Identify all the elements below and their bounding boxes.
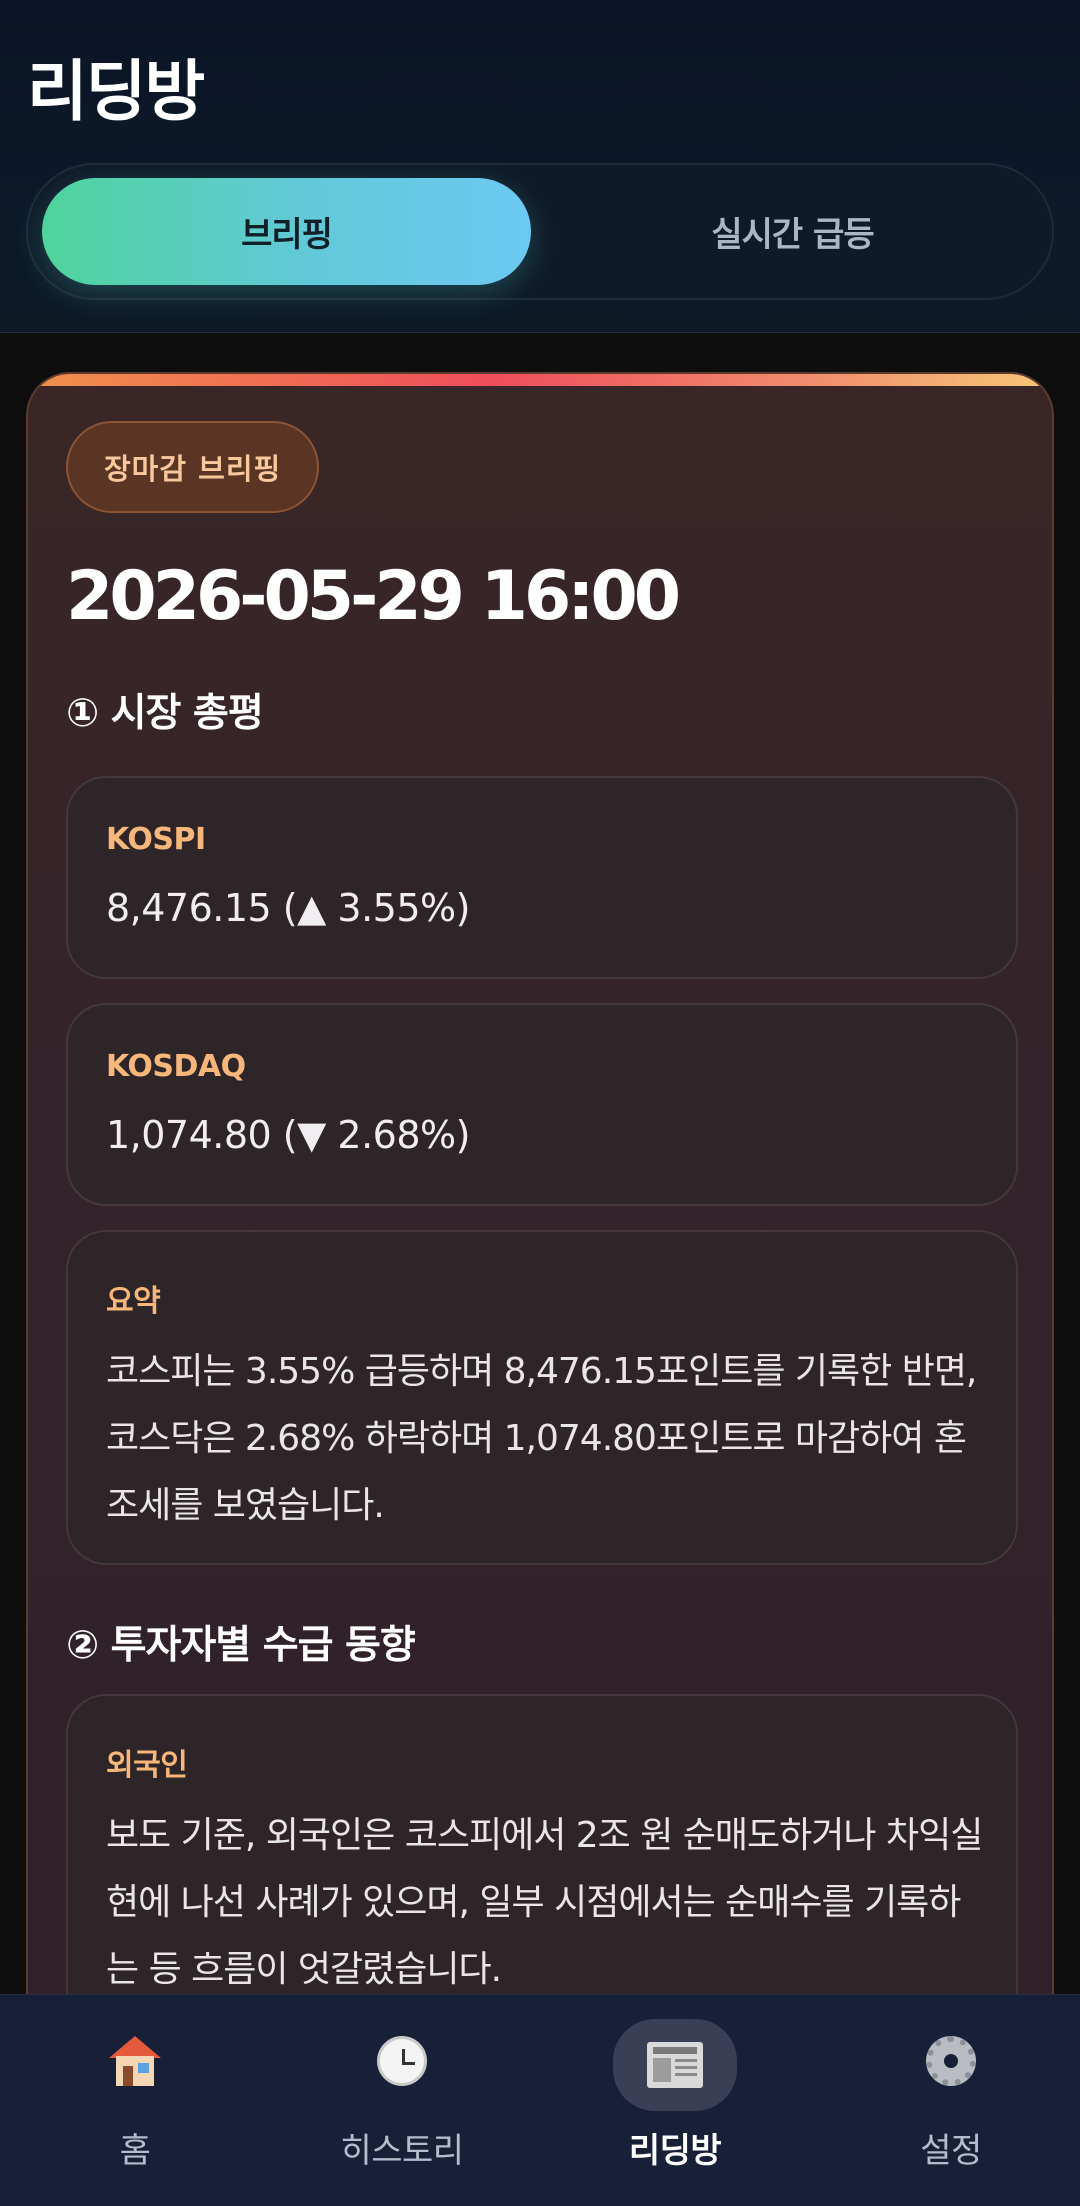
nav-item-settings[interactable]: 설정: [816, 1995, 1080, 2206]
summary-label: 요약: [106, 1284, 161, 1319]
nav-label-home: 홈: [119, 2131, 151, 2171]
header: 리딩방 브리핑 실시간 급등: [0, 0, 1080, 333]
tab-realtime-surge[interactable]: 실시간 급등: [548, 178, 1037, 285]
nav-item-history[interactable]: 히스토리: [267, 1995, 537, 2206]
gear-icon: [892, 2019, 1010, 2103]
section-title-market-overview: ① 시장 총평: [66, 691, 264, 736]
investor-label: 외국인: [106, 1748, 188, 1783]
investor-text: 보도 기준, 외국인은 코스피에서 2조 원 순매도하거나 차익실현에 나선 사…: [106, 1815, 983, 1990]
briefing-type-badge: 장마감 브리핑: [66, 421, 320, 513]
index-value: 8,476.15 (▲ 3.55%): [106, 886, 470, 930]
index-box-kosdaq: KOSDAQ 1,074.80 (▼ 2.68%): [66, 1003, 1018, 1206]
clock-icon: [343, 2019, 461, 2103]
nav-label-settings: 설정: [920, 2131, 982, 2171]
summary-box: 요약 코스피는 3.55% 급등하며 8,476.15포인트를 기록한 반면, …: [66, 1230, 1018, 1565]
investor-box-foreign: 외국인 보도 기준, 외국인은 코스피에서 2조 원 순매도하거나 차익실현에 …: [66, 1694, 1018, 2029]
index-label: KOSPI: [106, 822, 206, 857]
briefing-card: 장마감 브리핑 2026-05-29 16:00 ① 시장 총평 KOSPI 8…: [26, 372, 1054, 2206]
summary-text: 코스피는 3.55% 급등하며 8,476.15포인트를 기록한 반면, 코스닥…: [106, 1351, 977, 1526]
section-title-investor-flows: ② 투자자별 수급 동향: [66, 1623, 416, 1668]
house-icon: [76, 2019, 194, 2103]
index-box-kospi: KOSPI 8,476.15 (▲ 3.55%): [66, 776, 1018, 979]
index-label: KOSDAQ: [106, 1049, 246, 1084]
page-title: 리딩방: [27, 53, 205, 130]
bottom-nav: 홈 히스토리 리딩방 설정: [0, 1994, 1080, 2206]
nav-label-history: 히스토리: [340, 2131, 464, 2171]
newspaper-icon: [613, 2019, 737, 2111]
app-root: 리딩방 브리핑 실시간 급등 장마감 브리핑 2026-05-29 16:00 …: [0, 0, 1080, 2206]
card-accent-bar: [28, 374, 1052, 386]
segmented-control: 브리핑 실시간 급등: [26, 163, 1054, 300]
briefing-datetime: 2026-05-29 16:00: [66, 557, 681, 636]
nav-item-reading-room[interactable]: 리딩방: [540, 1995, 810, 2206]
tab-briefing[interactable]: 브리핑: [42, 178, 531, 285]
index-value: 1,074.80 (▼ 2.68%): [106, 1113, 470, 1157]
nav-label-reading-room: 리딩방: [628, 2131, 722, 2171]
nav-item-home[interactable]: 홈: [0, 1995, 270, 2206]
